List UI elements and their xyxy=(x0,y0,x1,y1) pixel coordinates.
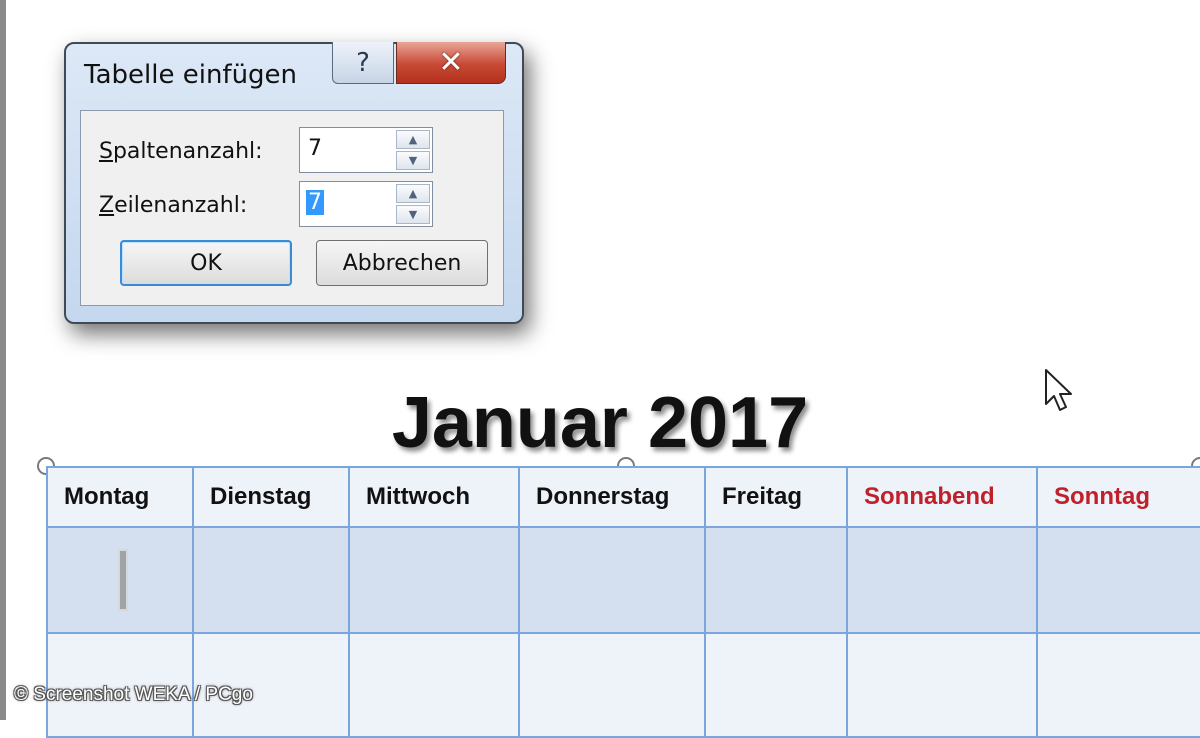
table-cell[interactable] xyxy=(348,526,520,634)
weekday-cell[interactable]: Freitag xyxy=(704,466,848,528)
columns-down-button[interactable]: ▼ xyxy=(396,151,430,170)
close-button[interactable]: ✕ xyxy=(396,42,506,84)
rows-down-button[interactable]: ▼ xyxy=(396,205,430,224)
weekday-header-row: Montag Dienstag Mittwoch Donnerstag Frei… xyxy=(46,466,1200,528)
weekday-cell[interactable]: Montag xyxy=(46,466,194,528)
spin-up-icon: ▲ xyxy=(408,187,418,200)
weekday-cell[interactable]: Mittwoch xyxy=(348,466,520,528)
table-cell[interactable] xyxy=(1036,632,1200,738)
table-cell[interactable] xyxy=(348,632,520,738)
dialog-title: Tabelle einfügen xyxy=(84,60,298,90)
help-icon: ? xyxy=(356,47,370,78)
rows-stepper[interactable]: 7 ▲ ▼ xyxy=(299,181,433,227)
copyright-watermark: © Screenshot WEKA / PCgo xyxy=(14,684,253,705)
table-cell[interactable] xyxy=(846,526,1038,634)
table-cell[interactable] xyxy=(704,526,848,634)
table-cell[interactable] xyxy=(192,526,350,634)
table-cell[interactable] xyxy=(704,632,848,738)
spin-down-icon: ▼ xyxy=(408,208,418,221)
rows-up-button[interactable]: ▲ xyxy=(396,184,430,203)
table-cell[interactable] xyxy=(846,632,1038,738)
columns-up-button[interactable]: ▲ xyxy=(396,130,430,149)
spin-down-icon: ▼ xyxy=(408,154,418,167)
help-button[interactable]: ? xyxy=(332,42,394,84)
weekday-cell-weekend[interactable]: Sonntag xyxy=(1036,466,1200,528)
table-cell[interactable] xyxy=(46,526,194,634)
table-cell[interactable] xyxy=(518,526,706,634)
table-row xyxy=(46,526,1200,634)
weekday-cell[interactable]: Dienstag xyxy=(192,466,350,528)
rows-input[interactable]: 7 xyxy=(306,190,324,215)
insert-table-dialog: Tabelle einfügen ? ✕ Spaltenanzahl: 7 ▲ … xyxy=(64,42,524,324)
rows-label: Zeilenanzahl: xyxy=(99,193,248,218)
table-cell[interactable] xyxy=(1036,526,1200,634)
close-icon: ✕ xyxy=(438,45,464,80)
ok-button[interactable]: OK xyxy=(120,240,292,286)
weekday-cell-weekend[interactable]: Sonnabend xyxy=(846,466,1038,528)
text-cursor xyxy=(118,549,128,611)
weekday-cell[interactable]: Donnerstag xyxy=(518,466,706,528)
columns-input[interactable]: 7 xyxy=(306,136,324,161)
window-left-edge xyxy=(0,0,6,720)
cancel-button[interactable]: Abbrechen xyxy=(316,240,488,286)
spin-up-icon: ▲ xyxy=(408,133,418,146)
calendar-title: Januar 2017 xyxy=(391,383,809,463)
columns-stepper[interactable]: 7 ▲ ▼ xyxy=(299,127,433,173)
columns-label: Spaltenanzahl: xyxy=(99,139,263,164)
table-cell[interactable] xyxy=(518,632,706,738)
